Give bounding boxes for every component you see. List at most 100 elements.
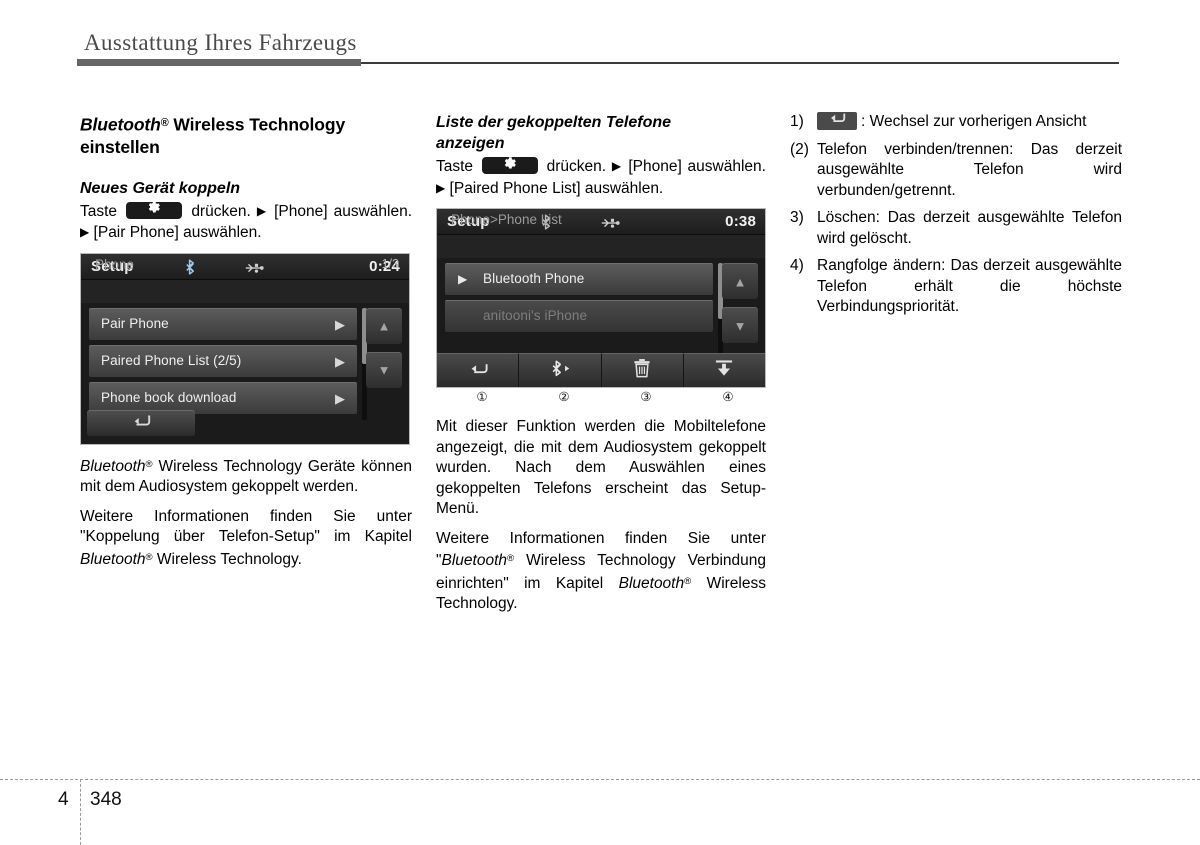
caption-bluetooth-word: Bluetooth bbox=[80, 457, 146, 475]
arrow-up-icon: ▲ bbox=[377, 318, 391, 334]
chevron-right-icon: ▶ bbox=[335, 390, 345, 406]
device-phone-list: ▶ Bluetooth Phone anitooni's iPhone bbox=[445, 263, 713, 337]
caption-text-post: Wireless Technology. bbox=[152, 550, 302, 568]
subsection-title-line2: anzeigen bbox=[436, 135, 505, 152]
legend-item-2: (2) Telefon verbinden/trennen: Das derze… bbox=[790, 140, 1122, 202]
subsection-title-line1: Liste der gekoppelten Telefone bbox=[436, 114, 672, 131]
legend-item-1: 1) : Wechsel zur vorherigen Ansicht bbox=[790, 112, 1122, 133]
caption-paragraph-1: Mit dieser Funktion werden die Mobiltele… bbox=[436, 418, 766, 517]
device-clock: 0:38 bbox=[725, 213, 756, 230]
running-header: Ausstattung Ihres Fahrzeugs bbox=[0, 0, 1200, 70]
connect-disconnect-button[interactable] bbox=[519, 353, 602, 387]
registered-mark-icon: ® bbox=[160, 117, 169, 129]
page-footer: 4 348 bbox=[0, 775, 1200, 845]
bluetooth-icon bbox=[185, 258, 196, 281]
steps-mid: drücken. bbox=[191, 202, 251, 220]
arrow-right-icon-1: ▶ bbox=[611, 159, 623, 173]
section-title-line2: einstellen bbox=[80, 136, 160, 157]
list-item-label: anitooni's iPhone bbox=[483, 308, 588, 323]
back-button[interactable] bbox=[437, 353, 520, 387]
device-back-button[interactable] bbox=[87, 409, 195, 436]
callout-legend-list: 1) : Wechsel zur vorherigen Ansicht (2) … bbox=[790, 112, 1122, 318]
footer-horizontal-rule bbox=[0, 779, 1200, 780]
legend-item-1-text: : Wechsel zur vorherigen Ansicht bbox=[861, 113, 1087, 130]
setup-gear-button-icon bbox=[126, 200, 183, 221]
callout-1: ① bbox=[476, 390, 488, 404]
legend-item-1-marker: 1) bbox=[790, 113, 804, 130]
device-callout-numbers: ① ② ③ ④ bbox=[436, 389, 766, 407]
gear-icon bbox=[148, 200, 161, 221]
device-page-indicator: 1/3 bbox=[381, 256, 399, 271]
device-breadcrumb: Phone>Phone List bbox=[451, 212, 562, 227]
chevron-right-icon: ▶ bbox=[335, 316, 345, 332]
move-to-top-icon bbox=[715, 359, 734, 383]
steps-mid: drücken. bbox=[546, 158, 607, 175]
arrow-down-icon: ▼ bbox=[733, 318, 747, 333]
device-menu-list: Pair Phone ▶ Paired Phone List (2/5) ▶ P… bbox=[89, 307, 357, 419]
chevron-right-icon: ▶ bbox=[458, 272, 468, 286]
trash-icon bbox=[634, 358, 651, 383]
legend-item-4-text: Rangfolge ändern: Das derzeit ausgewählt… bbox=[817, 257, 1122, 315]
list-item-bluetooth-phone[interactable]: ▶ Bluetooth Phone bbox=[445, 263, 713, 295]
caption-text-pre: Weitere Informationen finden Sie unter "… bbox=[80, 507, 412, 546]
legend-item-3: 3) Löschen: Das derzeit ausgewählte Tele… bbox=[790, 208, 1122, 249]
setup-gear-button-icon bbox=[481, 155, 538, 176]
header-title: Ausstattung Ihres Fahrzeugs bbox=[84, 30, 357, 55]
scroll-down-button[interactable]: ▼ bbox=[722, 307, 758, 343]
arrow-down-icon: ▼ bbox=[377, 362, 391, 378]
chevron-right-icon: ▶ bbox=[335, 353, 345, 369]
caption-bluetooth-word-2: Bluetooth bbox=[618, 574, 685, 592]
section-title: Bluetooth® Wireless Technology einstelle… bbox=[80, 112, 412, 158]
legend-item-4-marker: 4) bbox=[790, 257, 804, 274]
legend-item-4: 4) Rangfolge ändern: Das derzeit ausgewä… bbox=[790, 256, 1122, 318]
caption-bluetooth-word: Bluetooth bbox=[80, 550, 146, 568]
steps-lead: Taste bbox=[80, 202, 118, 220]
chapter-number: 4 bbox=[58, 789, 69, 810]
back-arrow-icon bbox=[827, 111, 847, 132]
legend-item-3-text: Löschen: Das derzeit ausgewählte Telefon… bbox=[817, 209, 1122, 247]
back-arrow-icon bbox=[467, 361, 488, 381]
list-item[interactable]: Pair Phone ▶ bbox=[89, 307, 357, 340]
scroll-down-button[interactable]: ▼ bbox=[366, 351, 402, 388]
bluetooth-arrow-icon bbox=[548, 360, 572, 382]
header-rule-thick bbox=[77, 59, 361, 66]
caption-paragraph-2: Weitere Informationen finden Sie unter "… bbox=[436, 529, 766, 615]
callout-3: ③ bbox=[640, 390, 652, 404]
column-middle: Liste der gekoppelten Telefone anzeigen … bbox=[436, 112, 766, 615]
device-screenshot-setup-phone: Setup 0:24 Phone 1/3 Pair Phone ▶ Paired… bbox=[80, 252, 410, 445]
arrow-up-icon: ▲ bbox=[733, 274, 747, 289]
back-arrow-icon bbox=[131, 414, 151, 433]
caption-paragraph-2: Weitere Informationen finden Sie unter "… bbox=[80, 507, 412, 571]
list-item-label: Paired Phone List (2/5) bbox=[101, 352, 242, 368]
move-to-top-button[interactable] bbox=[683, 353, 765, 387]
scroll-up-button[interactable]: ▲ bbox=[722, 263, 758, 299]
registered-mark-icon: ® bbox=[145, 458, 153, 470]
device-subheader bbox=[81, 279, 409, 303]
delete-button[interactable] bbox=[601, 353, 684, 387]
scroll-up-button[interactable]: ▲ bbox=[366, 307, 402, 344]
list-item[interactable]: Paired Phone List (2/5) ▶ bbox=[89, 344, 357, 377]
list-item-paired-phone[interactable]: anitooni's iPhone bbox=[445, 300, 713, 332]
callout-4: ④ bbox=[722, 390, 734, 404]
subsection-title-pair-device: Neues Gerät koppeln bbox=[80, 179, 241, 197]
list-item[interactable]: Phone book download ▶ bbox=[89, 381, 357, 414]
steps-item2: [Paired Phone List] auswählen. bbox=[449, 179, 664, 197]
list-item-label: Phone book download bbox=[101, 389, 237, 405]
gear-icon bbox=[503, 155, 516, 176]
arrow-right-icon-2: ▶ bbox=[436, 180, 446, 195]
steps-item2: [Pair Phone] auswählen. bbox=[93, 224, 262, 242]
device-screenshot-phone-list: Setup 0:38 Phone>Phone List ▶ Bluetooth … bbox=[436, 208, 766, 388]
arrow-right-icon-1: ▶ bbox=[256, 203, 268, 218]
steps-lead: Taste bbox=[436, 158, 474, 175]
device-subheader bbox=[437, 235, 765, 258]
page-number: 348 bbox=[90, 789, 122, 810]
footer-vertical-rule bbox=[80, 779, 81, 845]
list-item-label: Bluetooth Phone bbox=[483, 271, 585, 286]
usb-icon bbox=[243, 261, 265, 279]
legend-item-3-marker: 3) bbox=[790, 209, 804, 226]
callout-2: ② bbox=[558, 390, 570, 404]
steps-item1: [Phone] auswählen. bbox=[274, 202, 413, 220]
